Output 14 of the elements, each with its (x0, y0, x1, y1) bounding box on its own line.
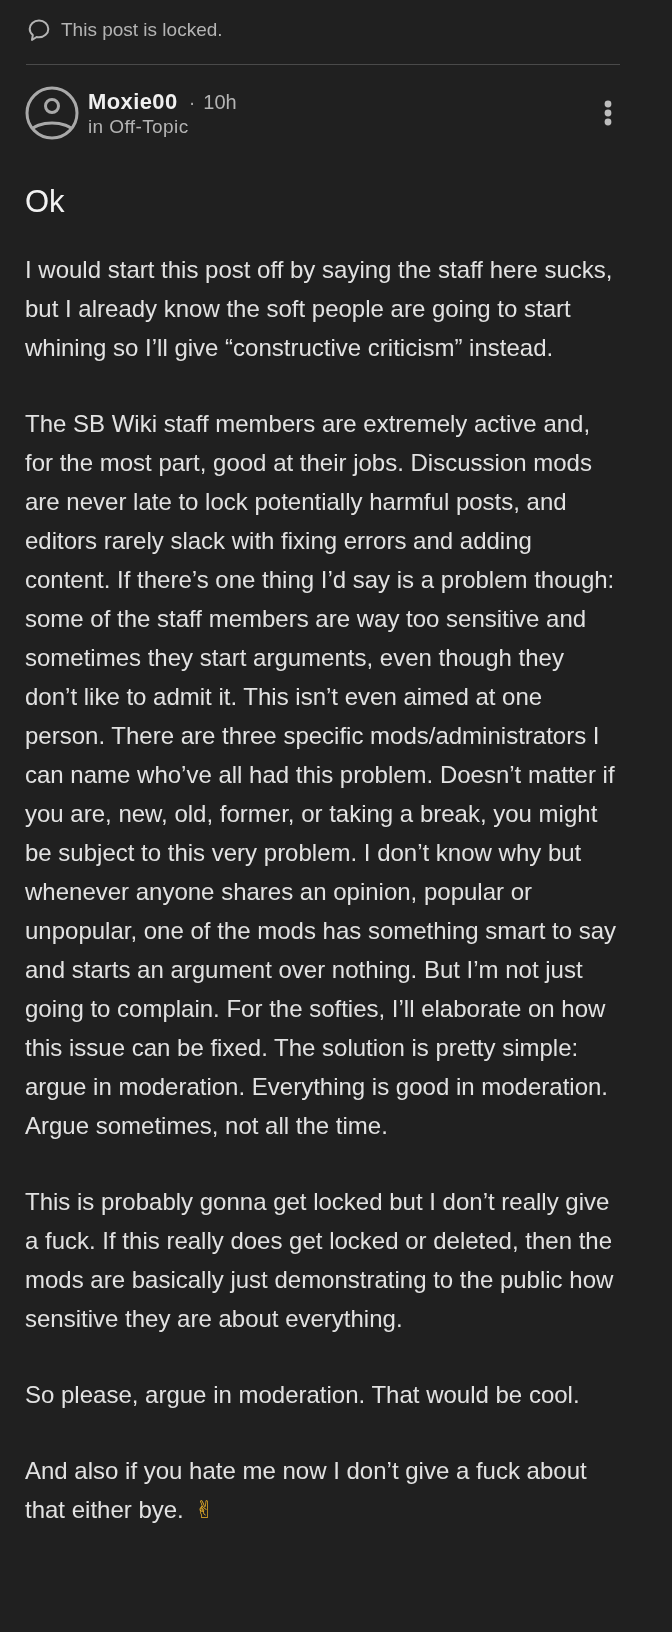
post-paragraph: The SB Wiki staff members are extremely active and, for the most part, good at their jobs. Discussion mods are never late to lock potentially harmful posts, and editors rarely slack with fixing errors and adding content. If there’s one thing I’d say is a problem though: some of the staff members are way too sensitive and sometimes they start arguments, even though they don’t like to admit it. This isn’t even aimed at one person. There are three specific mods/administrators I can name who’ve all had this problem. Doesn’t matter if you are, new, old, former, or taking a break, you might be subject to this very problem. I don’t know why but whenever anyone shares an opinion, popular or unpopular, one of the mods has something smart to say and starts an argument over nothing. But I’m not just going to complain. For the softies, I’ll elaborate on how this issue can be fixed. The solution is pretty simple: argue in moderation. Everything is good in moderation. Argue sometimes, not all the time. (25, 409, 617, 1141)
category-link[interactable]: in Off-Topic (88, 115, 189, 138)
post-paragraph: This is probably gonna get locked but I don’t really give a fuck. If this really does get locked or deleted, then the mods are basically just demonstrating to the public how sensitive they are about everything. (25, 1187, 615, 1334)
post-paragraph: So please, argue in moderation. That would be cool. (25, 1380, 581, 1410)
more-vertical-icon (604, 100, 612, 126)
post-paragraph: And also if you hate me now I don’t give a fuck about that either bye. ✌ (25, 1456, 588, 1526)
post-paragraph: I would start this post off by saying the staff here sucks, but I already know the soft people are going to start whining so I’ll give “constructive criticism” instead. (25, 255, 614, 363)
post-time: 10h (203, 90, 237, 114)
user-avatar-icon[interactable] (25, 86, 79, 140)
locked-notice: This post is locked. (61, 19, 223, 41)
username-link[interactable]: Moxie00 (88, 88, 178, 115)
separator-dot: · (188, 90, 196, 114)
speech-bubble-icon (27, 18, 51, 42)
post-title: Ok (25, 183, 66, 221)
